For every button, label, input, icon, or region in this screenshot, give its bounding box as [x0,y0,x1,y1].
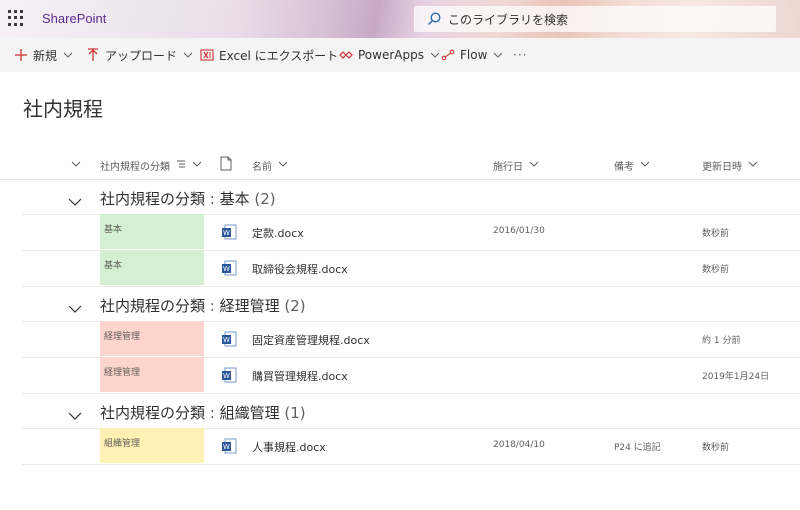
table-row[interactable]: 組織管理 W 人事規程.docx 2018/04/10 P24 に追記 数秒前 [22,428,800,465]
chevron-down-icon [430,51,440,59]
note: P24 に追記 [614,443,661,453]
chevron-down-icon [183,51,193,59]
column-modified[interactable]: 更新日時 [702,158,758,173]
powerapps-icon [339,48,353,62]
svg-text:W: W [223,336,230,344]
word-document-icon: W [221,260,237,276]
category-badge: 経理管理 [100,357,204,392]
word-document-icon: W [221,438,237,454]
export-excel-button[interactable]: Excel にエクスポート [200,38,338,72]
category-badge: 経理管理 [100,321,204,356]
group-header[interactable]: 社内規程の分類 : 組織管理 (1) [22,395,800,429]
file-name-link[interactable]: 固定資産管理規程.docx [252,332,370,348]
svg-text:W: W [223,265,230,273]
modified: 約 1 分前 [702,336,741,346]
word-document-icon: W [221,367,237,383]
table-row[interactable]: 基本 W 取締役会規程.docx 数秒前 [22,250,800,287]
file-name-link[interactable]: 取締役会規程.docx [252,261,348,277]
search-icon [426,11,442,27]
table-row[interactable]: 経理管理 W 固定資産管理規程.docx 約 1 分前 [22,321,800,358]
chevron-down-icon [63,51,73,59]
file-type-column-icon[interactable] [220,156,232,171]
more-icon: ··· [513,48,528,62]
flow-label: Flow [460,48,488,62]
column-name[interactable]: 名前 [252,158,288,173]
upload-button[interactable]: アップロード [86,38,193,72]
column-category[interactable]: 社内規程の分類 [100,158,202,173]
new-button-label: 新規 [33,48,58,63]
table-row[interactable]: 基本 W 定款.docx 2016/01/30 数秒前 [22,214,800,251]
file-name-link[interactable]: 人事規程.docx [252,439,326,455]
suite-bar: SharePoint このライブラリを検索 [0,0,800,38]
file-name-link[interactable]: 定款.docx [252,225,304,241]
modified: 数秒前 [702,265,730,275]
column-name-label: 名前 [252,162,272,173]
word-document-icon: W [221,224,237,240]
chevron-down-icon [529,160,539,171]
effective-date: 2018/04/10 [493,440,545,450]
excel-icon [200,48,214,62]
command-bar: 新規 アップロード Excel にエクスポート PowerApps Flow ·… [0,38,800,72]
group-header[interactable]: 社内規程の分類 : 基本 (2) [22,181,800,215]
chevron-down-icon[interactable] [68,299,82,318]
column-category-label: 社内規程の分類 [100,162,170,173]
column-modified-label: 更新日時 [702,162,742,173]
word-document-icon: W [221,331,237,347]
group-label: 社内規程の分類 : 組織管理 (1) [100,404,306,422]
page-title: 社内規程 [23,97,103,121]
flow-button[interactable]: Flow [441,38,503,72]
chevron-down-icon [493,51,503,59]
column-header-row: 社内規程の分類 名前 施行日 備考 更新日時 [0,152,800,180]
more-button[interactable]: ··· [513,38,527,72]
modified: 2019年1月24日 [702,372,770,382]
chevron-down-icon [71,161,81,167]
modified: 数秒前 [702,443,730,453]
effective-date: 2016/01/30 [493,226,545,236]
modified: 数秒前 [702,229,730,239]
chevron-down-icon [192,160,202,171]
app-launcher-icon[interactable] [8,10,24,26]
upload-button-label: アップロード [105,48,178,63]
table-row[interactable]: 経理管理 W 購買管理規程.docx 2019年1月24日 [22,357,800,394]
powerapps-label: PowerApps [358,48,424,62]
group-header[interactable]: 社内規程の分類 : 経理管理 (2) [22,288,800,322]
svg-text:W: W [223,372,230,380]
powerapps-button[interactable]: PowerApps [339,38,440,72]
upload-icon [86,48,100,62]
column-note-label: 備考 [614,162,634,173]
collapse-all-button[interactable] [71,160,81,168]
chevron-down-icon[interactable] [68,406,82,425]
group-by-icon [176,159,186,172]
flow-icon [441,48,455,62]
category-badge: 基本 [100,250,204,285]
chevron-down-icon [640,160,650,171]
export-excel-label: Excel にエクスポート [219,48,339,63]
column-effective-date[interactable]: 施行日 [493,158,539,173]
search-box[interactable]: このライブラリを検索 [414,6,776,32]
chevron-down-icon[interactable] [68,192,82,211]
category-badge: 組織管理 [100,428,204,463]
search-input[interactable]: このライブラリを検索 [448,11,568,28]
svg-text:W: W [223,443,230,451]
new-button[interactable]: 新規 [14,38,73,72]
app-title[interactable]: SharePoint [42,11,106,26]
group-label: 社内規程の分類 : 基本 (2) [100,190,276,208]
category-badge: 基本 [100,214,204,249]
column-note[interactable]: 備考 [614,158,650,173]
chevron-down-icon [748,160,758,171]
file-name-link[interactable]: 購買管理規程.docx [252,368,348,384]
svg-text:W: W [223,229,230,237]
group-label: 社内規程の分類 : 経理管理 (2) [100,297,306,315]
plus-icon [14,48,28,62]
column-effective-label: 施行日 [493,162,523,173]
chevron-down-icon [278,160,288,171]
